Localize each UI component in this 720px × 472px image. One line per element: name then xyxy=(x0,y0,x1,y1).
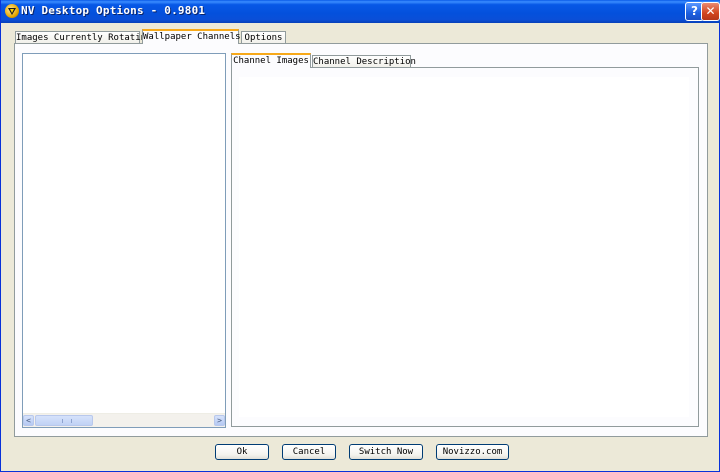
close-button[interactable]: ✕ xyxy=(701,2,720,21)
title-bar[interactable]: NV Desktop Options - 0.9801 ? ✕ xyxy=(1,0,720,23)
scroll-thumb[interactable] xyxy=(35,415,93,426)
dialog-window: NV Desktop Options - 0.9801 ? ✕ Images C… xyxy=(0,0,720,472)
horizontal-scrollbar[interactable]: < > xyxy=(23,413,225,427)
grip-icon xyxy=(62,419,72,423)
switch-now-button[interactable]: Switch Now xyxy=(349,444,423,460)
cancel-button[interactable]: Cancel xyxy=(282,444,336,460)
app-icon xyxy=(5,4,19,18)
tab-wallpaper-channels[interactable]: Wallpaper Channels xyxy=(142,29,241,44)
tab-channel-images[interactable]: Channel Images xyxy=(231,53,311,68)
novizzo-button[interactable]: Novizzo.com xyxy=(436,444,509,460)
window-title: NV Desktop Options - 0.9801 xyxy=(21,4,206,17)
channel-list[interactable]: < > xyxy=(22,53,226,428)
scroll-right-button[interactable]: > xyxy=(214,415,225,426)
ok-button[interactable]: Ok xyxy=(215,444,269,460)
channel-images-area[interactable] xyxy=(239,77,689,417)
scroll-left-button[interactable]: < xyxy=(23,415,34,426)
